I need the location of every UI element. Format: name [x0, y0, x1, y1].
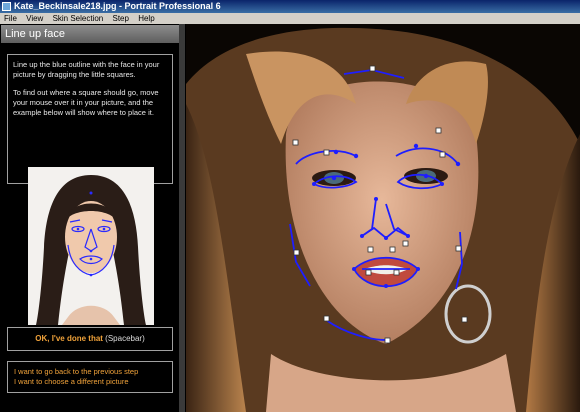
instruction-paragraph-2: To find out where a square should go, mo…	[13, 88, 159, 117]
menu-skin-selection[interactable]: Skin Selection	[53, 13, 104, 24]
ok-done-button[interactable]: OK, I've done that (Spacebar)	[7, 327, 173, 351]
panel-title: Line up face	[1, 25, 179, 43]
instructions-box: Line up the blue outline with the face i…	[7, 54, 173, 184]
example-face-image	[28, 167, 154, 325]
side-panel: Line up face Line up the blue outline wi…	[0, 24, 186, 412]
photo-canvas[interactable]	[186, 24, 580, 412]
instruction-paragraph-1: Line up the blue outline with the face i…	[13, 60, 160, 79]
example-face-illustration	[28, 167, 154, 325]
portrait-photo[interactable]	[186, 24, 580, 412]
previous-step-link[interactable]: I want to go back to the previous step	[14, 367, 166, 377]
menu-help[interactable]: Help	[138, 13, 154, 24]
menu-file[interactable]: File	[4, 13, 17, 24]
menu-step[interactable]: Step	[113, 13, 129, 24]
window-title: Kate_Beckinsale218.jpg - Portrait Profes…	[14, 1, 221, 11]
ok-shortcut-hint: (Spacebar)	[105, 334, 145, 343]
panel-scrollbar[interactable]	[179, 24, 185, 412]
step-links-box: I want to go back to the previous step I…	[7, 361, 173, 393]
ok-done-label: OK, I've done that	[35, 334, 103, 343]
different-picture-link[interactable]: I want to choose a different picture	[14, 377, 166, 387]
menu-view[interactable]: View	[26, 13, 43, 24]
menu-bar: File View Skin Selection Step Help	[0, 13, 580, 24]
app-icon	[2, 2, 11, 11]
title-bar: Kate_Beckinsale218.jpg - Portrait Profes…	[0, 0, 580, 13]
